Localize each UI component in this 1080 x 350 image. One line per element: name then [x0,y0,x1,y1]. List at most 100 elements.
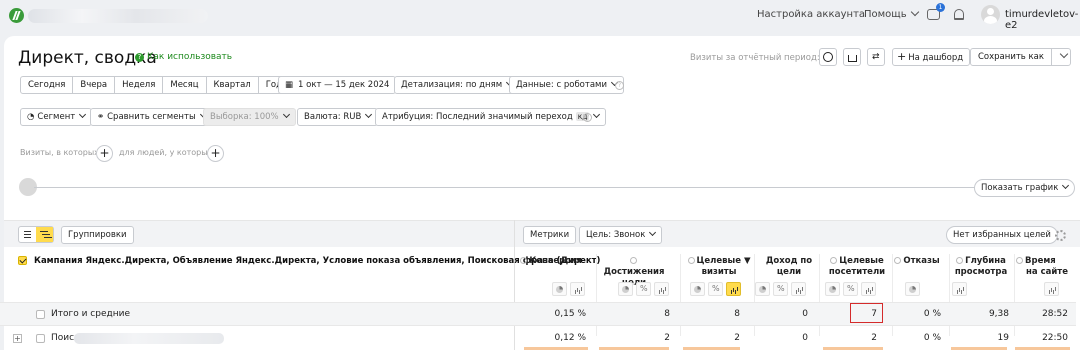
period-week[interactable]: Неделя [115,77,164,93]
pie-view-icon[interactable] [905,282,920,296]
notification-badge: 1 [936,3,945,12]
period-selector[interactable]: Сегодня Вчера Неделя Месяц Квартал Год [20,76,291,94]
upload-icon [848,55,857,62]
col-header-label: Доход по [765,256,813,266]
help-icon[interactable]: ? [583,113,592,122]
attribution-label: Атрибуция: Последний значимый переход [382,112,573,122]
currency-dropdown[interactable]: Валюта: RUB [297,108,379,126]
account-settings-link[interactable]: Настройка аккаунта [757,9,865,20]
bell-icon[interactable] [954,9,964,20]
metrics-button[interactable]: Метрики [523,226,577,244]
bar-view-icon[interactable] [1044,282,1059,296]
col-header-page-depth[interactable]: Глубина просмотра [950,256,1012,278]
row-label-total: Итого и средние [51,309,130,319]
row-checkbox[interactable] [36,310,45,319]
period-month[interactable]: Месяц [163,77,207,93]
percent-view-icon[interactable] [843,282,858,296]
bar-view-icon[interactable] [726,282,741,296]
username[interactable]: timurdevletov-e2 [1005,9,1080,31]
col-header-conversion[interactable]: Конверсия [520,256,582,267]
cell-time-on-site: 28:52 [1042,309,1068,319]
col-header-bounces[interactable]: Отказы [892,256,942,267]
pie-view-icon[interactable] [618,282,633,296]
cell-conversion: 0,12 % [554,333,586,343]
avatar[interactable] [981,5,1000,24]
cell-goal-reaches: 8 [664,309,670,319]
expand-row-button[interactable]: + [13,334,22,343]
share-button[interactable]: ⇄ [867,48,885,66]
col-header-time-on-site[interactable]: Время на сайте [1016,256,1072,278]
percent-view-icon[interactable] [708,282,723,296]
pie-view-icon[interactable] [690,282,705,296]
col-header-label: Целевые ▼ [696,256,751,266]
cell-goal-revenue: 0 [802,309,808,319]
percent-view-icon[interactable] [773,282,788,296]
col-header-label: Достижения [603,267,665,277]
export-button[interactable] [843,48,861,66]
date-range-picker[interactable]: ▦ 1 окт — 15 дек 2024 [278,76,397,94]
pie-view-icon[interactable] [755,282,770,296]
add-people-condition-button[interactable]: + [207,145,224,162]
attribution-dropdown[interactable]: Атрибуция: Последний значимый переход кд [375,108,607,126]
sample-dropdown[interactable]: Выборка: 100% [203,108,296,126]
col-header-target-visits[interactable]: Целевые ▼ визиты [686,256,752,278]
view-toggle[interactable] [18,226,54,243]
list-view-icon[interactable] [19,227,36,242]
row-checkbox[interactable] [36,334,45,343]
compare-icon: ⚭ [97,112,105,122]
cell-goal-reaches: 2 [664,333,670,343]
add-to-dashboard-button[interactable]: + На дашборд [892,48,971,66]
select-all-checkbox[interactable] [18,256,27,265]
col-header-target-visitors[interactable]: Целевые посетители [822,256,892,278]
col-header-goal-revenue[interactable]: Доход по цели [759,256,819,278]
gear-icon[interactable] [1055,230,1066,241]
detail-dropdown[interactable]: Детализация: по дням [394,76,520,94]
bar-view-icon[interactable] [791,282,806,296]
tree-view-icon[interactable] [36,227,53,242]
metrica-logo-icon[interactable] [9,8,24,23]
pie-view-icon[interactable] [552,282,567,296]
data-mode-dropdown[interactable]: Данные: с роботами [509,76,624,94]
bar-view-icon[interactable] [861,282,876,296]
favorite-goals-button[interactable]: Нет избранных целей [946,226,1058,244]
compare-segments-dropdown[interactable]: ⚭ Сравнить сегменты [90,108,213,126]
info-icon [520,257,528,264]
info-icon [956,257,964,264]
add-visit-condition-button[interactable]: + [96,145,113,162]
chart-placeholder-line [34,187,976,188]
goal-dropdown[interactable]: Цель: Звонок [579,226,663,244]
save-as-split-button[interactable]: Сохранить как [970,48,1071,66]
cell-time-on-site: 22:50 [1042,333,1068,343]
clock-icon [823,52,833,62]
groupings-button[interactable]: Группировки [61,226,134,244]
period-today[interactable]: Сегодня [21,77,74,93]
info-icon [894,257,902,264]
history-button[interactable] [819,48,837,66]
col-header-label-2: посетители [828,267,886,277]
show-chart-button[interactable]: Показать график [974,179,1076,197]
help-icon[interactable]: ? [615,81,624,90]
pie-view-icon[interactable] [825,282,840,296]
howto-label: Как использовать [147,52,233,62]
info-icon [830,257,838,264]
bar-view-icon[interactable] [654,282,669,296]
bar-view-icon[interactable] [952,282,967,296]
counter-name-redacted[interactable] [28,9,208,23]
bar-view-icon[interactable] [570,282,585,296]
cell-target-visitors: 2 [871,333,877,343]
period-yesterday[interactable]: Вчера [73,77,116,93]
help-menu[interactable]: Помощь [864,7,919,20]
cell-bounces: 0 % [923,333,941,343]
save-options-dropdown[interactable] [1052,49,1070,65]
column-divider [514,220,515,350]
col-header-label-2: визиты [701,267,737,277]
col-header-label: Глубина [965,256,1006,266]
segment-label: Сегмент [37,112,76,122]
save-as-button[interactable]: Сохранить как [971,49,1052,65]
share-icon: ⇄ [872,52,880,62]
segment-dropdown[interactable]: ◔ Сегмент [20,108,93,126]
percent-view-icon[interactable] [636,282,651,296]
period-quarter[interactable]: Квартал [207,77,259,93]
compare-segments-label: Сравнить сегменты [107,112,196,122]
howto-link[interactable]: ? Как использовать [135,52,232,62]
